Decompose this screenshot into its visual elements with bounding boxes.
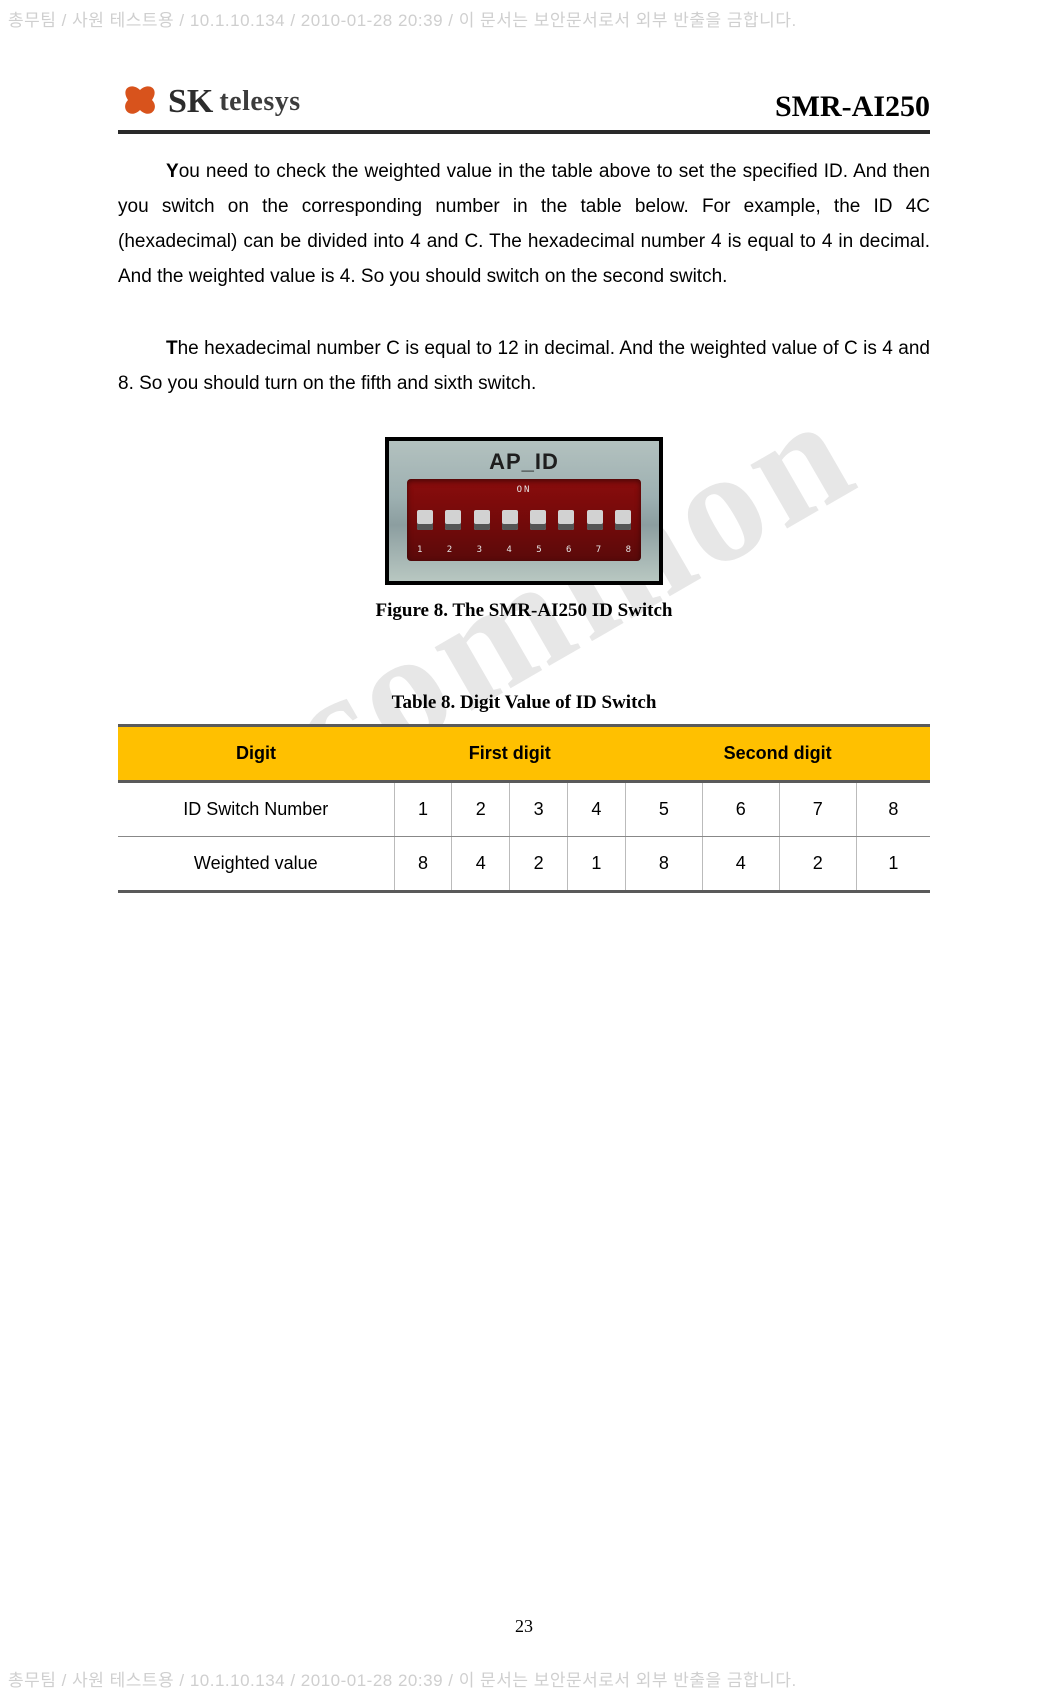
dip-switch (502, 510, 518, 530)
dip-on-label: ON (417, 485, 631, 495)
col-second-digit: Second digit (625, 725, 930, 781)
dip-switch-row (417, 510, 631, 530)
figure-block: AP_ID ON 1 2 (118, 437, 930, 622)
dip-switch (587, 510, 603, 530)
row-label: Weighted value (118, 836, 394, 891)
doc-title: SMR-AI250 (775, 90, 930, 124)
table-row: Weighted value 8 4 2 1 8 4 2 1 (118, 836, 930, 891)
dip-switch (558, 510, 574, 530)
figure-caption: Figure 8. The SMR-AI250 ID Switch (118, 600, 930, 622)
footer-watermark: 총무팀 / 사원 테스트용 / 10.1.10.134 / 2010-01-28… (0, 1660, 1048, 1697)
digit-table: Digit First digit Second digit ID Switch… (118, 724, 930, 893)
logo: SK telesys (118, 80, 301, 124)
butterfly-icon (118, 80, 162, 124)
dip-top-label: AP_ID (389, 449, 659, 475)
dip-switch-photo: AP_ID ON 1 2 (385, 437, 663, 585)
row-label: ID Switch Number (118, 781, 394, 836)
header-bar: SK telesys SMR-AI250 (118, 80, 930, 134)
dip-switch (445, 510, 461, 530)
paragraph-1: You need to check the weighted value in … (118, 154, 930, 295)
paragraph-2: The hexadecimal number C is equal to 12 … (118, 331, 930, 401)
logo-text: telesys (219, 86, 300, 118)
table-caption: Table 8. Digit Value of ID Switch (118, 692, 930, 714)
col-digit: Digit (118, 725, 394, 781)
dip-switch (615, 510, 631, 530)
page-number: 23 (0, 1616, 1048, 1637)
col-first-digit: First digit (394, 725, 625, 781)
header-watermark: 총무팀 / 사원 테스트용 / 10.1.10.134 / 2010-01-28… (0, 0, 1048, 37)
table-row: ID Switch Number 1 2 3 4 5 6 7 8 (118, 781, 930, 836)
dip-nums-row: 1 2 3 4 5 6 7 8 (417, 545, 631, 555)
dip-switch (474, 510, 490, 530)
dip-switch (417, 510, 433, 530)
dip-switch (530, 510, 546, 530)
